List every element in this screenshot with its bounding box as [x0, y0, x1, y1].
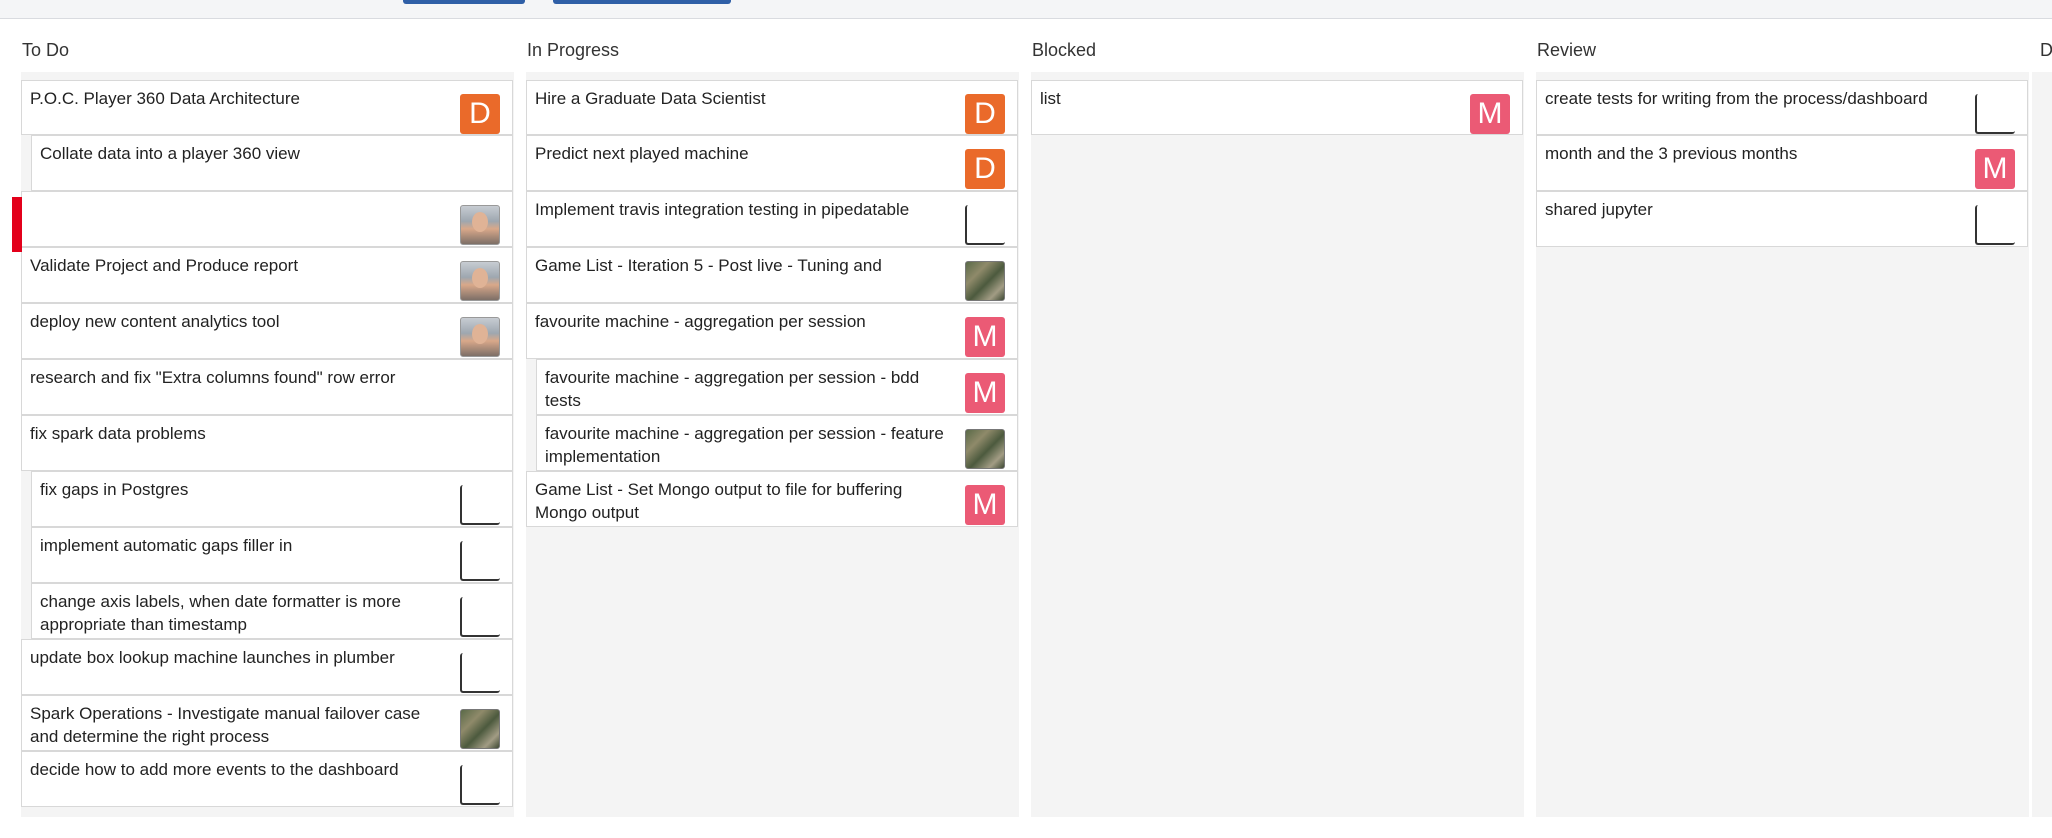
card-title: shared jupyter — [1545, 200, 1653, 219]
card-title: create tests for writing from the proces… — [1545, 89, 1928, 108]
card-title: Collate data into a player 360 view — [40, 144, 300, 163]
column-body: P.O.C. Player 360 Data Architecture D Co… — [21, 72, 514, 817]
card[interactable]: implement automatic gaps filler in — [31, 527, 513, 583]
drag-indicator — [12, 197, 22, 252]
avatar — [460, 765, 500, 805]
card-title: decide how to add more events to the das… — [30, 760, 399, 779]
avatar: M — [965, 317, 1005, 357]
avatar — [965, 261, 1005, 301]
user-photo-avatar — [460, 317, 500, 357]
card[interactable]: Implement travis integration testing in … — [526, 191, 1018, 247]
column-body: Hire a Graduate Data Scientist D Predict… — [526, 72, 1019, 817]
card-title: Validate Project and Produce report — [30, 256, 299, 275]
avatar — [460, 541, 500, 581]
card[interactable]: P.O.C. Player 360 Data Architecture D — [21, 80, 513, 135]
card-title: Game List - Set Mongo output to file for… — [535, 480, 903, 522]
column-title: D — [2040, 40, 2052, 60]
card-title: Game List - Iteration 5 - Post live - Tu… — [535, 256, 882, 275]
card[interactable]: favourite machine - aggregation per sess… — [526, 303, 1018, 359]
column-title: To Do — [22, 40, 70, 60]
user-photo-avatar — [460, 261, 500, 301]
user-photo-avatar — [460, 205, 500, 245]
avatar: M — [1975, 149, 2015, 189]
card[interactable]: favourite machine - aggregation per sess… — [536, 415, 1018, 471]
avatar — [965, 429, 1005, 469]
card-title: favourite machine - aggregation per sess… — [545, 368, 920, 410]
avatar: D — [460, 94, 500, 134]
card-title: favourite machine - aggregation per sess… — [535, 312, 866, 331]
card[interactable]: create tests for writing from the proces… — [1536, 80, 2028, 135]
toolbar-button-2[interactable] — [553, 0, 731, 4]
card[interactable]: Collate data into a player 360 view — [31, 135, 513, 191]
card-title: deploy new content analytics tool — [30, 312, 280, 331]
column-body: create tests for writing from the proces… — [1536, 72, 2029, 817]
card[interactable]: month and the 3 previous months M — [1536, 135, 2028, 191]
card[interactable]: Game List - Iteration 5 - Post live - Tu… — [526, 247, 1018, 303]
avatar — [460, 709, 500, 749]
avatar — [1975, 205, 2015, 245]
card[interactable]: Game List - Set Mongo output to file for… — [526, 471, 1018, 527]
avatar — [460, 597, 500, 637]
column-title: Review — [1537, 40, 1597, 60]
column-review: Review create tests for writing from the… — [1515, 28, 2029, 817]
card-title: change axis labels, when date formatter … — [40, 592, 401, 634]
top-toolbar — [0, 0, 2052, 19]
card[interactable]: Hire a Graduate Data Scientist D — [526, 80, 1018, 135]
card-title: fix spark data problems — [30, 424, 206, 443]
card-title: implement automatic gaps filler in — [40, 536, 293, 555]
card[interactable] — [21, 191, 513, 247]
card-title: research and fix "Extra columns found" r… — [30, 368, 396, 387]
column-body — [2032, 72, 2052, 817]
column-to-do: To Do P.O.C. Player 360 Data Architectur… — [0, 28, 514, 817]
avatar — [460, 485, 500, 525]
card[interactable]: update box lookup machine launches in pl… — [21, 639, 513, 695]
card-title: Spark Operations - Investigate manual fa… — [30, 704, 421, 746]
toolbar-button-1[interactable] — [403, 0, 525, 4]
card[interactable]: change axis labels, when date formatter … — [31, 583, 513, 639]
card[interactable]: deploy new content analytics tool — [21, 303, 513, 359]
card[interactable]: list M — [1031, 80, 1523, 135]
card[interactable]: shared jupyter — [1536, 191, 2028, 247]
card[interactable]: research and fix "Extra columns found" r… — [21, 359, 513, 415]
card-title: Implement travis integration testing in … — [535, 200, 910, 219]
card-title: fix gaps in Postgres — [40, 480, 189, 499]
card-title: P.O.C. Player 360 Data Architecture — [30, 89, 300, 108]
card-title: month and the 3 previous months — [1545, 144, 1798, 163]
avatar — [965, 205, 1005, 245]
card-title: favourite machine - aggregation per sess… — [545, 424, 944, 466]
card[interactable]: decide how to add more events to the das… — [21, 751, 513, 807]
column-d: D — [2020, 28, 2052, 817]
card[interactable]: fix spark data problems — [21, 415, 513, 471]
avatar: M — [1470, 94, 1510, 134]
card-title: Predict next played machine — [535, 144, 749, 163]
card-title: Hire a Graduate Data Scientist — [535, 89, 766, 108]
avatar — [1975, 94, 2015, 134]
card[interactable]: Predict next played machine D — [526, 135, 1018, 191]
card[interactable]: fix gaps in Postgres — [31, 471, 513, 527]
column-blocked: Blocked list M — [1010, 28, 1524, 817]
avatar: M — [965, 373, 1005, 413]
avatar — [460, 653, 500, 693]
card[interactable]: Validate Project and Produce report — [21, 247, 513, 303]
column-title: In Progress — [527, 40, 620, 60]
card[interactable]: Spark Operations - Investigate manual fa… — [21, 695, 513, 751]
column-title: Blocked — [1032, 40, 1097, 60]
column-body: list M — [1031, 72, 1524, 817]
avatar: M — [965, 485, 1005, 525]
avatar: D — [965, 149, 1005, 189]
avatar: D — [965, 94, 1005, 134]
column-in-progress: In Progress Hire a Graduate Data Scienti… — [505, 28, 1019, 817]
card-title: list — [1040, 89, 1061, 108]
card-title: update box lookup machine launches in pl… — [30, 648, 395, 667]
card[interactable]: favourite machine - aggregation per sess… — [536, 359, 1018, 415]
